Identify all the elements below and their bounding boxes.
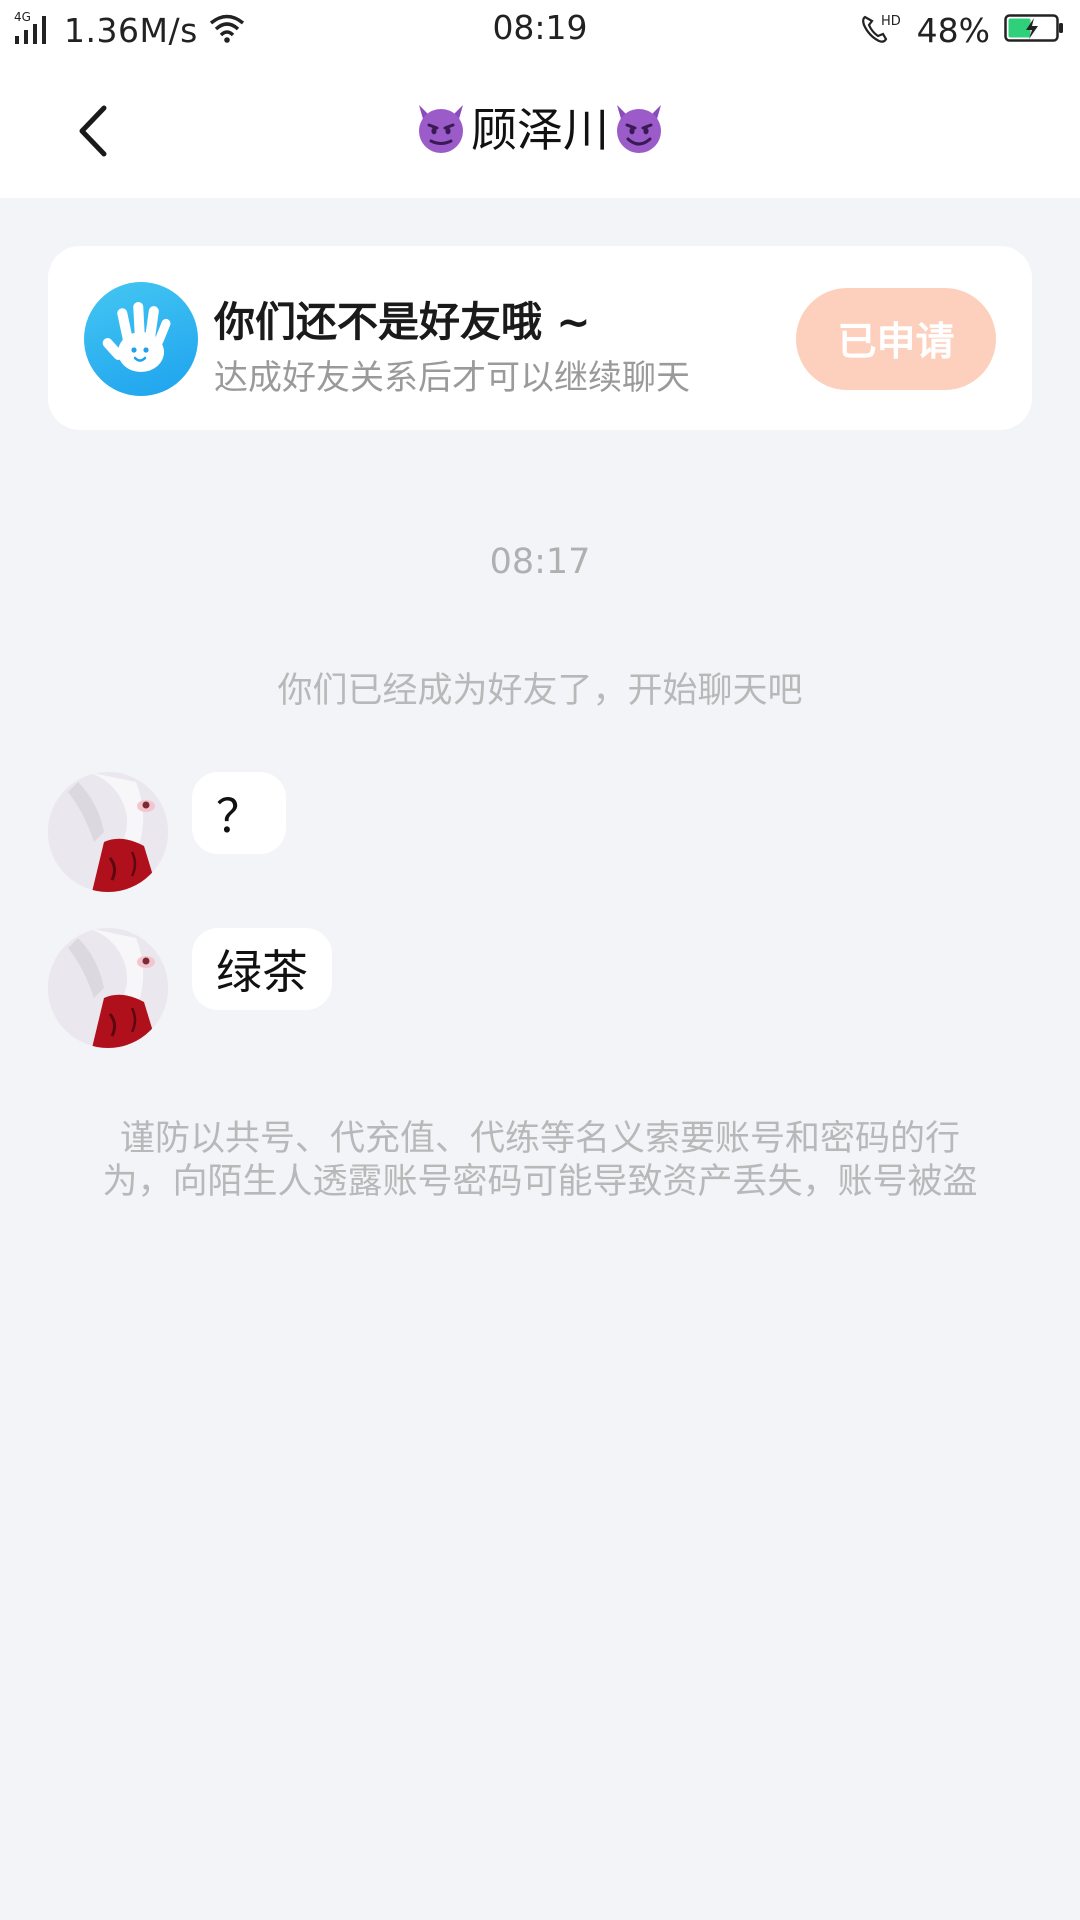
friend-request-banner: 你们还不是好友哦 ~ 达成好友关系后才可以继续聊天 已申请 <box>48 246 1032 430</box>
chat-screen: 4G 1.36M/s 08:19 HD 48% 顾泽川 你们还不是好友哦 ~ 达… <box>0 0 1080 1920</box>
contact-name: 顾泽川 <box>471 103 609 157</box>
system-notice: 你们已经成为好友了，开始聊天吧 <box>277 671 803 711</box>
battery-percent: 48% <box>916 10 990 50</box>
avatar[interactable] <box>48 928 168 1048</box>
hd-call-icon: HD <box>859 11 903 49</box>
message-bubble[interactable]: 绿茶 <box>192 928 332 1010</box>
nav-bar: 顾泽川 <box>0 58 1080 198</box>
page-title: 顾泽川 <box>0 94 1080 160</box>
message-bubble[interactable]: ？ <box>192 772 286 854</box>
warning-line: 为，向陌生人透露账号密码可能导致资产丢失，账号被盗 <box>102 1162 978 1202</box>
warning-line: 谨防以共号、代充值、代练等名义索要账号和密码的行 <box>119 1119 960 1159</box>
banner-title: 你们还不是好友哦 ~ <box>214 298 591 346</box>
banner-subtitle: 达成好友关系后才可以继续聊天 <box>214 358 690 398</box>
security-warning: 谨防以共号、代充值、代练等名义索要账号和密码的行 为，向陌生人透露账号密码可能导… <box>80 1118 1000 1204</box>
smiling-devil-icon <box>611 99 667 155</box>
waving-hand-icon <box>84 282 198 396</box>
message-timestamp: 08:17 <box>489 542 591 582</box>
applied-button[interactable]: 已申请 <box>796 288 996 390</box>
status-bar: 4G 1.36M/s 08:19 HD 48% <box>0 0 1080 58</box>
smiling-devil-icon <box>413 99 469 155</box>
battery-icon <box>1004 13 1064 47</box>
status-right: HD 48% <box>859 8 1064 52</box>
svg-text:HD: HD <box>881 14 901 29</box>
avatar[interactable] <box>48 772 168 892</box>
